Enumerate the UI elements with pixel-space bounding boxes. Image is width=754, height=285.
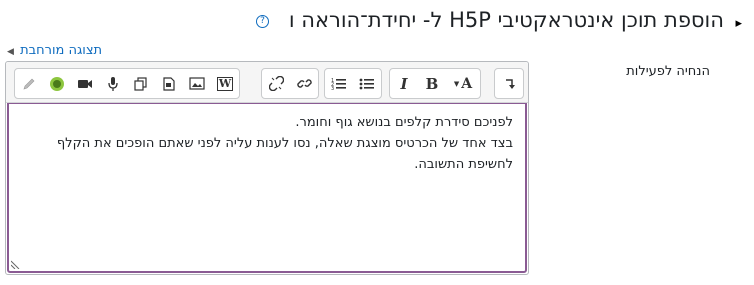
record-video-icon[interactable] [71, 69, 99, 98]
svg-text:3: 3 [331, 86, 334, 91]
field-label-activity-instructions: הנחיה לפעילות [626, 64, 710, 79]
resize-grip-icon[interactable] [11, 259, 21, 269]
expand-view-link[interactable]: תצוגה מורחבת ◀ [7, 43, 102, 58]
toolbar-group-media: W [14, 68, 240, 99]
word-import-icon[interactable]: W [211, 69, 239, 98]
media-icon[interactable] [155, 69, 183, 98]
link-icon[interactable] [290, 69, 318, 98]
direction-icon[interactable] [495, 69, 523, 98]
toolbar-group-text-style: I B ▼ A [389, 68, 481, 99]
h5p-icon[interactable] [43, 69, 71, 98]
image-icon[interactable] [183, 69, 211, 98]
unlink-icon[interactable] [262, 69, 290, 98]
toolbar-group-direction [494, 68, 524, 99]
page-title-row: ▸ הוספת תוכן אינטראקטיבי H5P ל- יחידת־הו… [0, 6, 742, 36]
editor-toolbar: W 123 I B ▼ A [6, 62, 528, 103]
toolbar-group-links [261, 68, 319, 99]
edit-icon[interactable] [15, 69, 43, 98]
record-audio-icon[interactable] [99, 69, 127, 98]
editor-line: בצד אחד של הכרטיס מוצגת שאלה, נסו לענות … [56, 136, 513, 172]
editor-content-area[interactable]: לפניכם סידרת קלפים בנושא גוף וחומר. בצד … [7, 103, 527, 273]
toolbar-group-lists: 123 [324, 68, 382, 99]
expand-view-label: תצוגה מורחבת [20, 43, 103, 58]
caret-left-icon: ◀ [7, 47, 14, 57]
italic-icon[interactable]: I [390, 69, 418, 98]
ordered-list-icon[interactable]: 123 [325, 69, 353, 98]
rich-text-editor: W 123 I B ▼ A לפניכם סידרת קלפים בנושא ג… [5, 61, 529, 275]
cursor-icon: ▸ [735, 16, 742, 31]
page-title: הוספת תוכן אינטראקטיבי H5P ל- יחידת־הורא… [288, 8, 724, 32]
font-color-icon[interactable]: ▼ A [446, 69, 480, 98]
editor-line: לפניכם סידרת קלפים בנושא גוף וחומר. [295, 115, 513, 130]
unordered-list-icon[interactable] [353, 69, 381, 98]
manage-files-icon[interactable] [127, 69, 155, 98]
bold-icon[interactable]: B [418, 69, 446, 98]
help-icon[interactable]: ? [256, 15, 269, 28]
